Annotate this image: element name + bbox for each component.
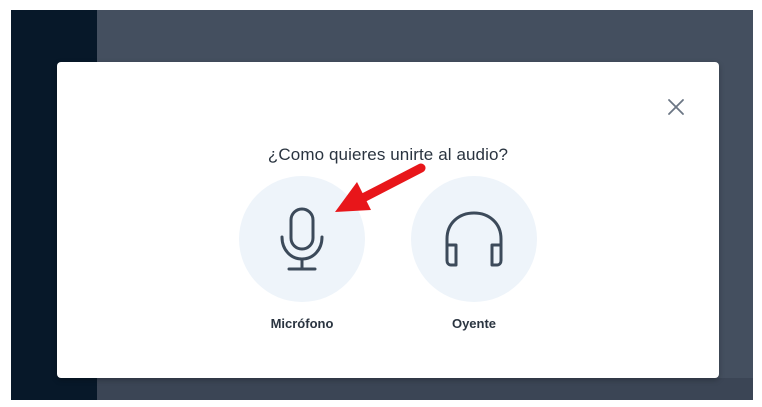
- microphone-label: Micrófono: [270, 316, 334, 331]
- microphone-option[interactable]: Micrófono: [237, 176, 367, 331]
- microphone-button[interactable]: [239, 176, 365, 302]
- headphones-icon: [445, 211, 503, 267]
- microphone-icon: [280, 207, 324, 271]
- listen-only-label: Oyente: [451, 316, 497, 331]
- listen-only-button[interactable]: [411, 176, 537, 302]
- listen-only-option[interactable]: Oyente: [409, 176, 539, 331]
- join-audio-dialog: ¿Como quieres unirte al audio? Micrófono: [57, 62, 719, 378]
- close-button[interactable]: [664, 95, 688, 119]
- dialog-title: ¿Como quieres unirte al audio?: [267, 145, 509, 164]
- backdrop: [97, 378, 753, 400]
- app-screen: ¿Como quieres unirte al audio? Micrófono: [11, 10, 753, 400]
- close-icon: [668, 99, 684, 115]
